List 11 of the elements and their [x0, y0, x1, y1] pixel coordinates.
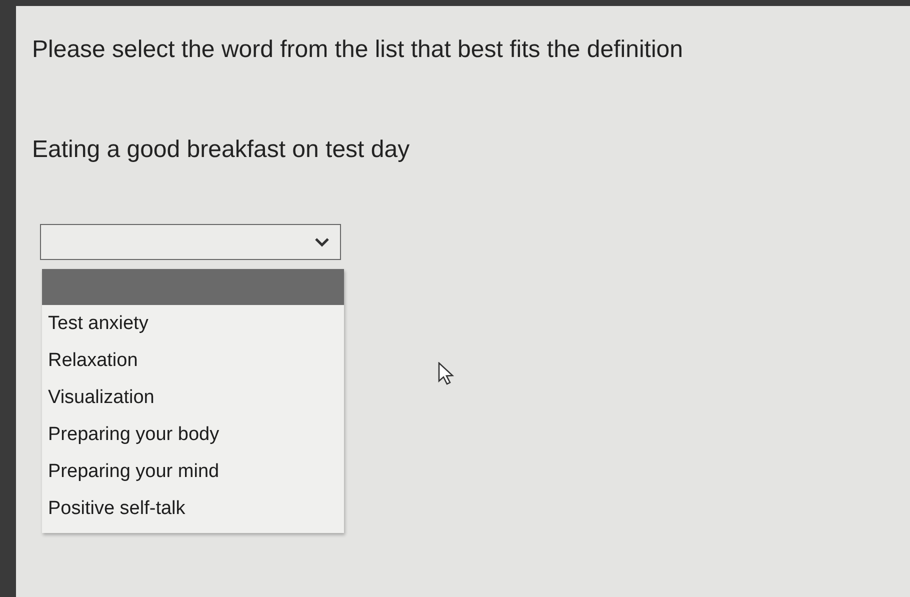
dropdown-option[interactable]: Positive self-talk	[42, 490, 344, 527]
dropdown-option[interactable]: Relaxation	[42, 342, 344, 379]
dropdown-option[interactable]: Test anxiety	[42, 305, 344, 342]
cursor-icon	[438, 362, 456, 386]
dropdown-option[interactable]: Visualization	[42, 379, 344, 416]
instruction-text: Please select the word from the list that best fits the definition	[32, 36, 684, 64]
dropdown[interactable]	[40, 224, 341, 260]
dropdown-option[interactable]: Preparing your mind	[42, 453, 344, 490]
definition-text: Eating a good breakfast on test day	[32, 136, 411, 164]
chevron-icon	[314, 237, 330, 247]
dropdown-option[interactable]: Preparing your body	[42, 416, 344, 453]
